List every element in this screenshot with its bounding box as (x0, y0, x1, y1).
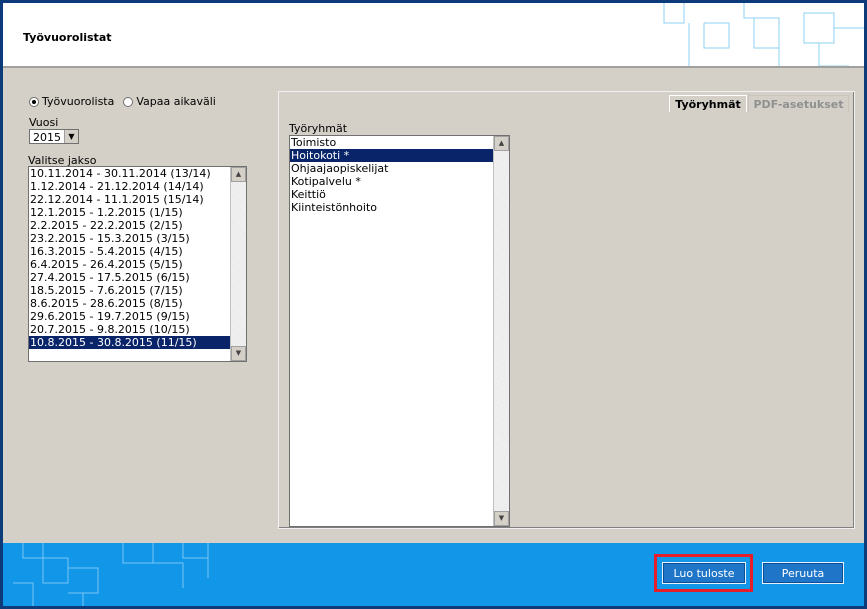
tab-pdf-asetukset[interactable]: PDF-asetukset (748, 95, 849, 112)
period-list-item[interactable]: 18.5.2015 - 7.6.2015 (7/15) (29, 284, 230, 297)
groups-scrollbar[interactable]: ▲ ▼ (493, 136, 509, 526)
mode-radio-group: Työvuorolista Vapaa aikaväli (29, 95, 216, 108)
period-list-item[interactable]: 16.3.2015 - 5.4.2015 (4/15) (29, 245, 230, 258)
chevron-down-icon[interactable]: ▼ (64, 130, 78, 143)
group-list-item[interactable]: Kotipalvelu * (290, 175, 493, 188)
period-scrollbar[interactable]: ▲ ▼ (230, 167, 246, 361)
period-list-item[interactable]: 1.12.2014 - 21.12.2014 (14/14) (29, 180, 230, 193)
cancel-button[interactable]: Peruuta (762, 562, 844, 584)
scroll-up-icon[interactable]: ▲ (231, 167, 246, 182)
footer: Luo tuloste Peruuta (3, 543, 864, 606)
period-list-item[interactable]: 10.8.2015 - 30.8.2015 (11/15) (29, 336, 230, 349)
year-label: Vuosi (29, 116, 59, 129)
header: Työvuorolistat (3, 3, 864, 68)
decorative-pattern-bottom (13, 543, 209, 606)
scroll-down-icon[interactable]: ▼ (231, 346, 246, 361)
group-list-item[interactable]: Toimisto (290, 136, 493, 149)
groups-label: Työryhmät (289, 122, 348, 135)
radio-tyovuorolista[interactable] (29, 96, 39, 107)
groups-panel: Työryhmät PDF-asetukset Työryhmät Toimis… (278, 91, 855, 529)
create-printout-button[interactable]: Luo tuloste (662, 562, 746, 584)
period-list-item[interactable]: 2.2.2015 - 22.2.2015 (2/15) (29, 219, 230, 232)
period-list-item[interactable]: 6.4.2015 - 26.4.2015 (5/15) (29, 258, 230, 271)
period-list-item[interactable]: 10.11.2014 - 30.11.2014 (13/14) (29, 167, 230, 180)
window-title: Työvuorolistat (23, 31, 112, 44)
year-value: 2015 (33, 131, 61, 144)
scroll-down-icon[interactable]: ▼ (494, 511, 509, 526)
group-list-item[interactable]: Kiinteistönhoito (290, 201, 493, 214)
decorative-pattern-top (663, 3, 864, 66)
period-list-item[interactable]: 29.6.2015 - 19.7.2015 (9/15) (29, 310, 230, 323)
period-items: 10.11.2014 - 30.11.2014 (13/14) 1.12.2014… (29, 167, 230, 349)
window: Työvuorolistat Työvuorolista Vapaa aikav… (3, 3, 864, 606)
group-list-item[interactable]: Keittiö (290, 188, 493, 201)
group-list-item[interactable]: Hoitokoti * (290, 149, 493, 162)
radio-tyovuorolista-label[interactable]: Työvuorolista (42, 95, 114, 108)
radio-vapaa-aikavali[interactable] (123, 96, 134, 107)
radio-vapaa-aikavali-label[interactable]: Vapaa aikaväli (136, 95, 215, 108)
period-listbox[interactable]: 10.11.2014 - 30.11.2014 (13/14) 1.12.2014… (28, 166, 247, 362)
groups-listbox[interactable]: Toimisto Hoitokoti * Ohjaajaopiskelijat Kot… (289, 135, 510, 527)
tab-tyoryhmat[interactable]: Työryhmät (669, 95, 747, 112)
group-items: Toimisto Hoitokoti * Ohjaajaopiskelijat Kot… (290, 136, 493, 214)
main-area: Työvuorolista Vapaa aikaväli Vuosi 2015 … (3, 68, 864, 543)
period-list-item[interactable]: 22.12.2014 - 11.1.2015 (15/14) (29, 193, 230, 206)
period-list-item[interactable]: 8.6.2015 - 28.6.2015 (8/15) (29, 297, 230, 310)
group-list-item[interactable]: Ohjaajaopiskelijat (290, 162, 493, 175)
scroll-up-icon[interactable]: ▲ (494, 136, 509, 151)
period-list-item[interactable]: 23.2.2015 - 15.3.2015 (3/15) (29, 232, 230, 245)
period-list-item[interactable]: 27.4.2015 - 17.5.2015 (6/15) (29, 271, 230, 284)
period-list-item[interactable]: 12.1.2015 - 1.2.2015 (1/15) (29, 206, 230, 219)
period-list-item[interactable]: 20.7.2015 - 9.8.2015 (10/15) (29, 323, 230, 336)
year-select[interactable]: 2015 ▼ (29, 129, 79, 144)
